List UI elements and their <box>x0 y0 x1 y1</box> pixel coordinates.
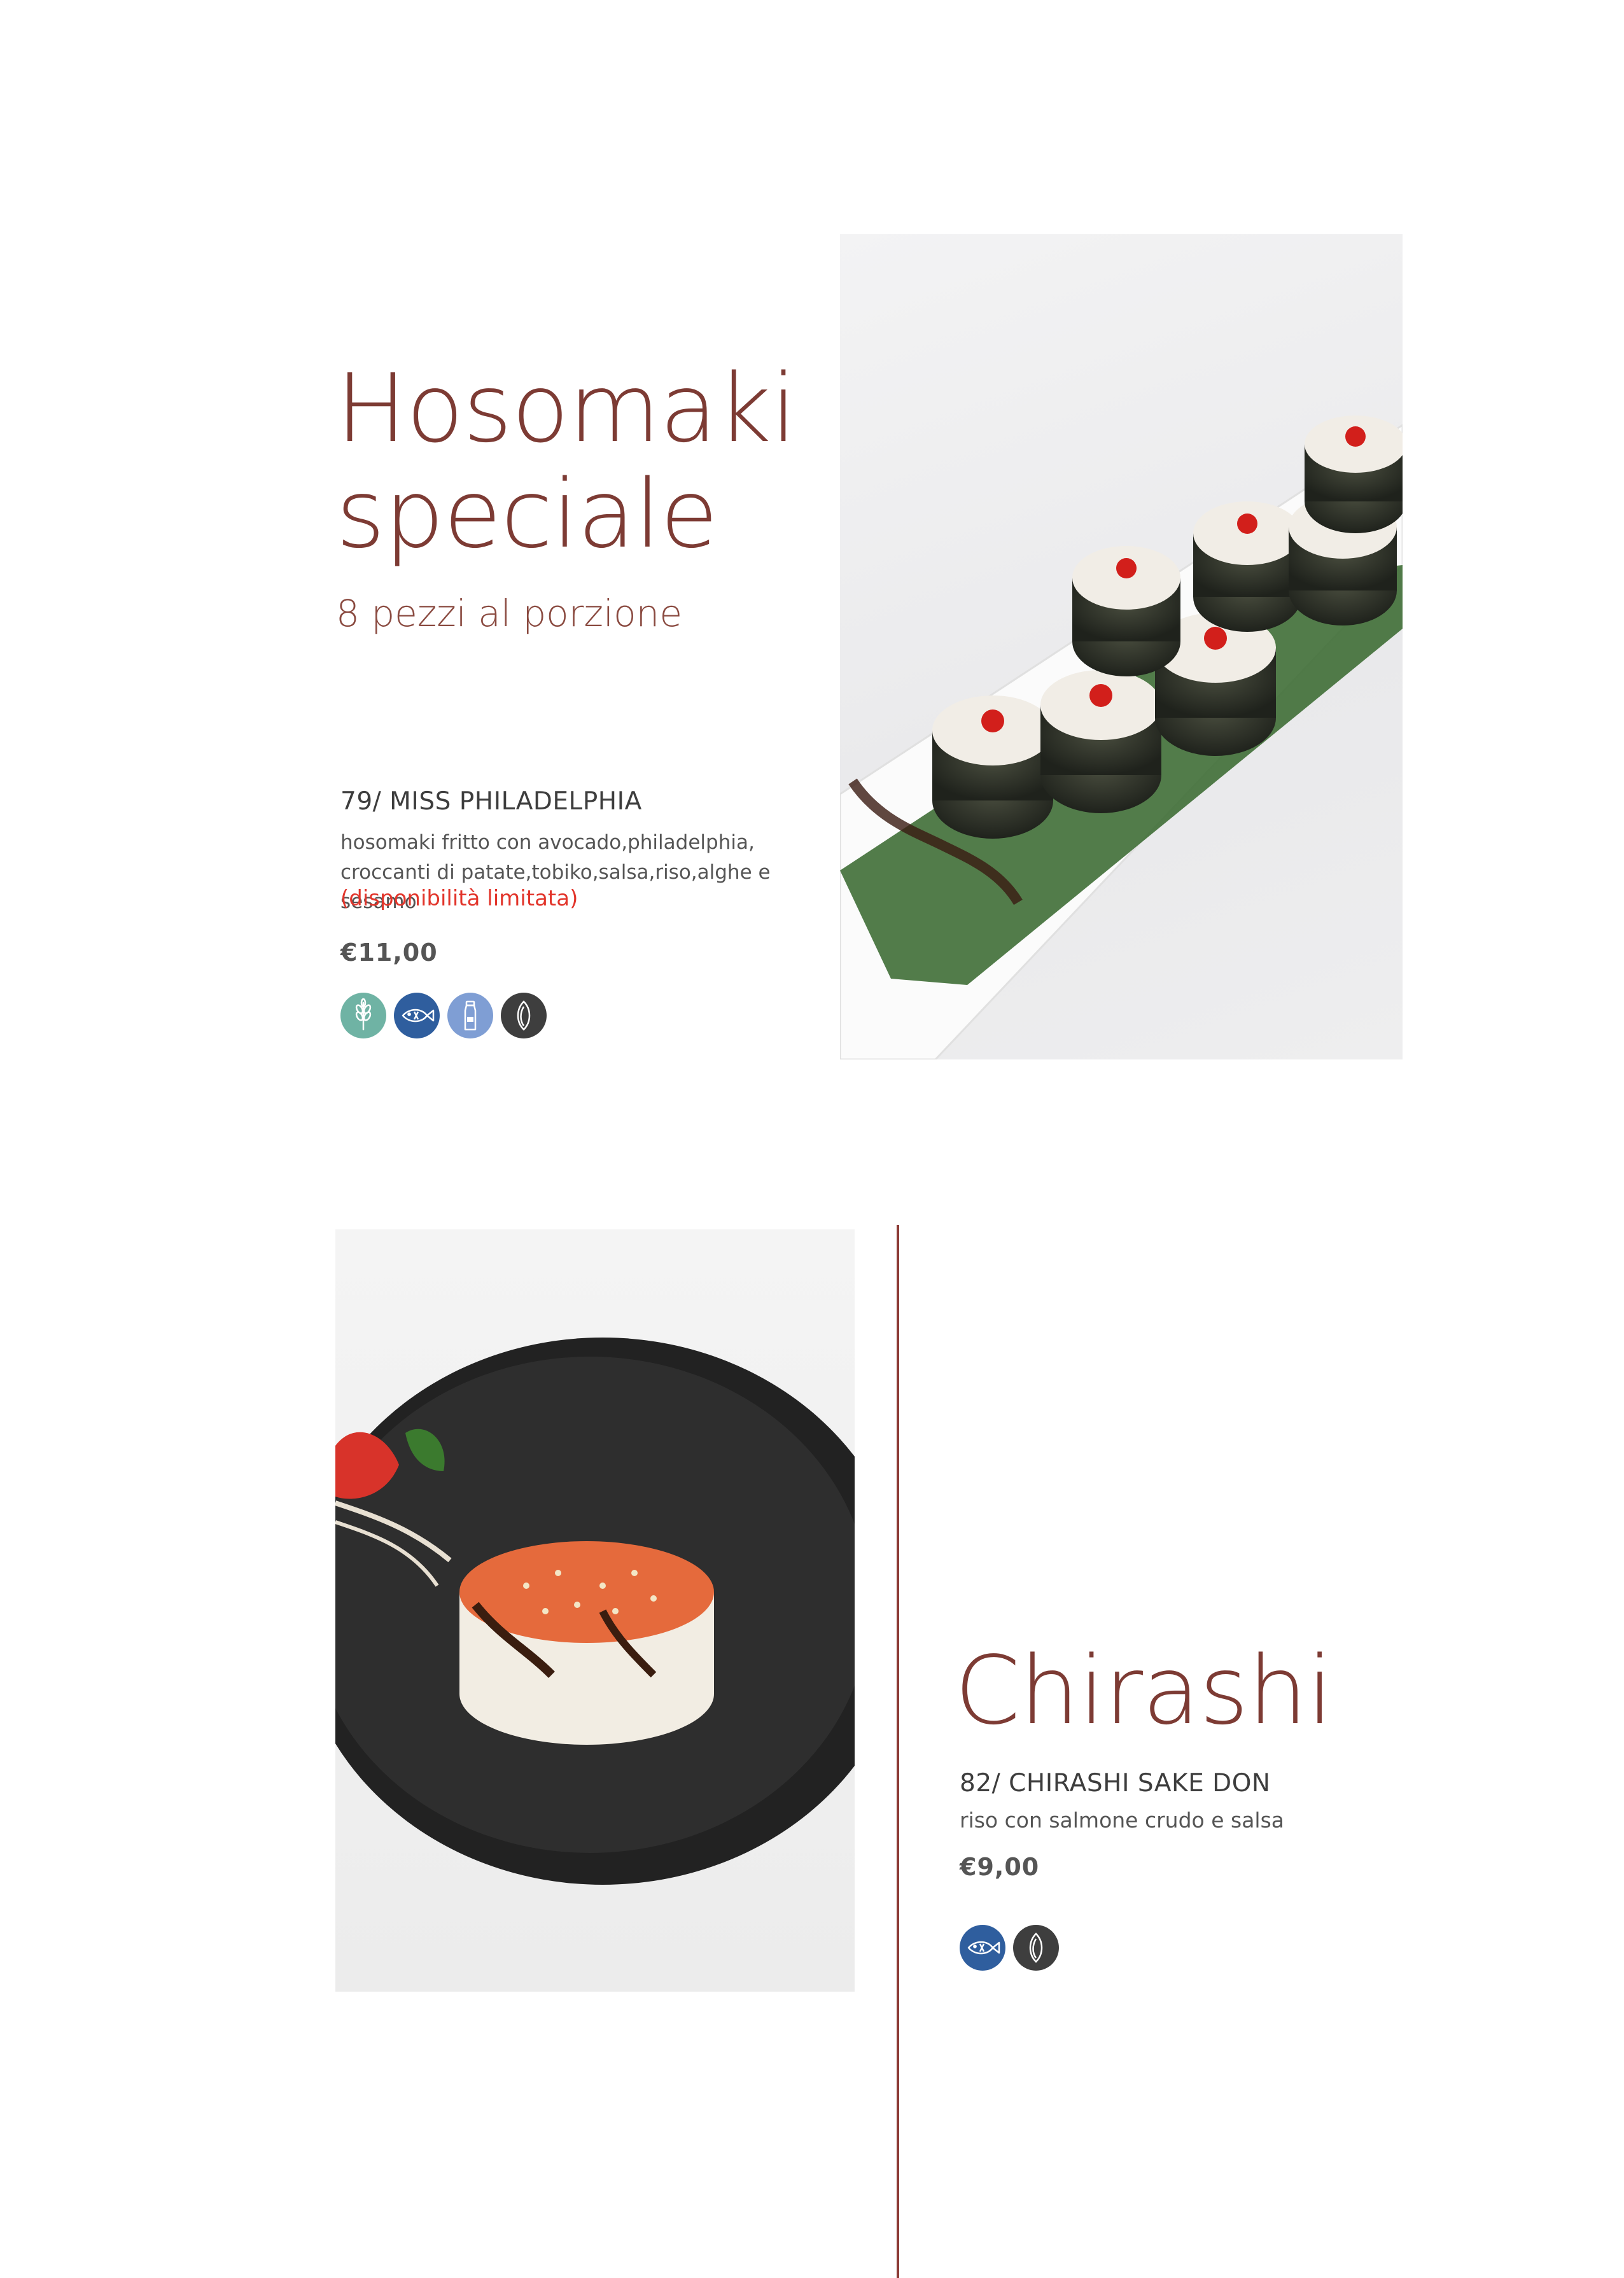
section-title-line1: Hosomaki <box>336 354 797 463</box>
section-title-chirashi: Chirashi <box>955 1636 1333 1745</box>
chirashi-photo <box>335 1229 855 1992</box>
fish-icon <box>394 993 440 1038</box>
vertical-divider <box>897 1225 899 2278</box>
item-name: 82/ CHIRASHI SAKE DON <box>960 1769 1271 1798</box>
availability-note: (disponibilità limitata) <box>340 886 578 911</box>
item-description: riso con salmone crudo e salsa <box>960 1808 1285 1833</box>
fish-icon <box>960 1925 1005 1971</box>
wheat-icon <box>340 993 386 1038</box>
milk-bottle-icon <box>447 993 493 1038</box>
item-description-line1: hosomaki fritto con avocado,philadelphia… <box>340 831 755 854</box>
item-price: €11,00 <box>340 939 438 967</box>
sesame-seed-icon <box>1013 1925 1059 1971</box>
allergen-icons <box>340 993 554 1038</box>
portion-subtitle: 8 pezzi al porzione <box>336 592 683 635</box>
section-title-hosomaki: Hosomaki speciale <box>336 354 797 569</box>
hosomaki-photo <box>840 234 1403 1059</box>
section-title-line2: speciale <box>336 459 718 569</box>
item-price: €9,00 <box>960 1853 1040 1881</box>
item-name: 79/ MISS PHILADELPHIA <box>340 787 642 816</box>
allergen-icons <box>960 1925 1067 1971</box>
sesame-seed-icon <box>501 993 547 1038</box>
